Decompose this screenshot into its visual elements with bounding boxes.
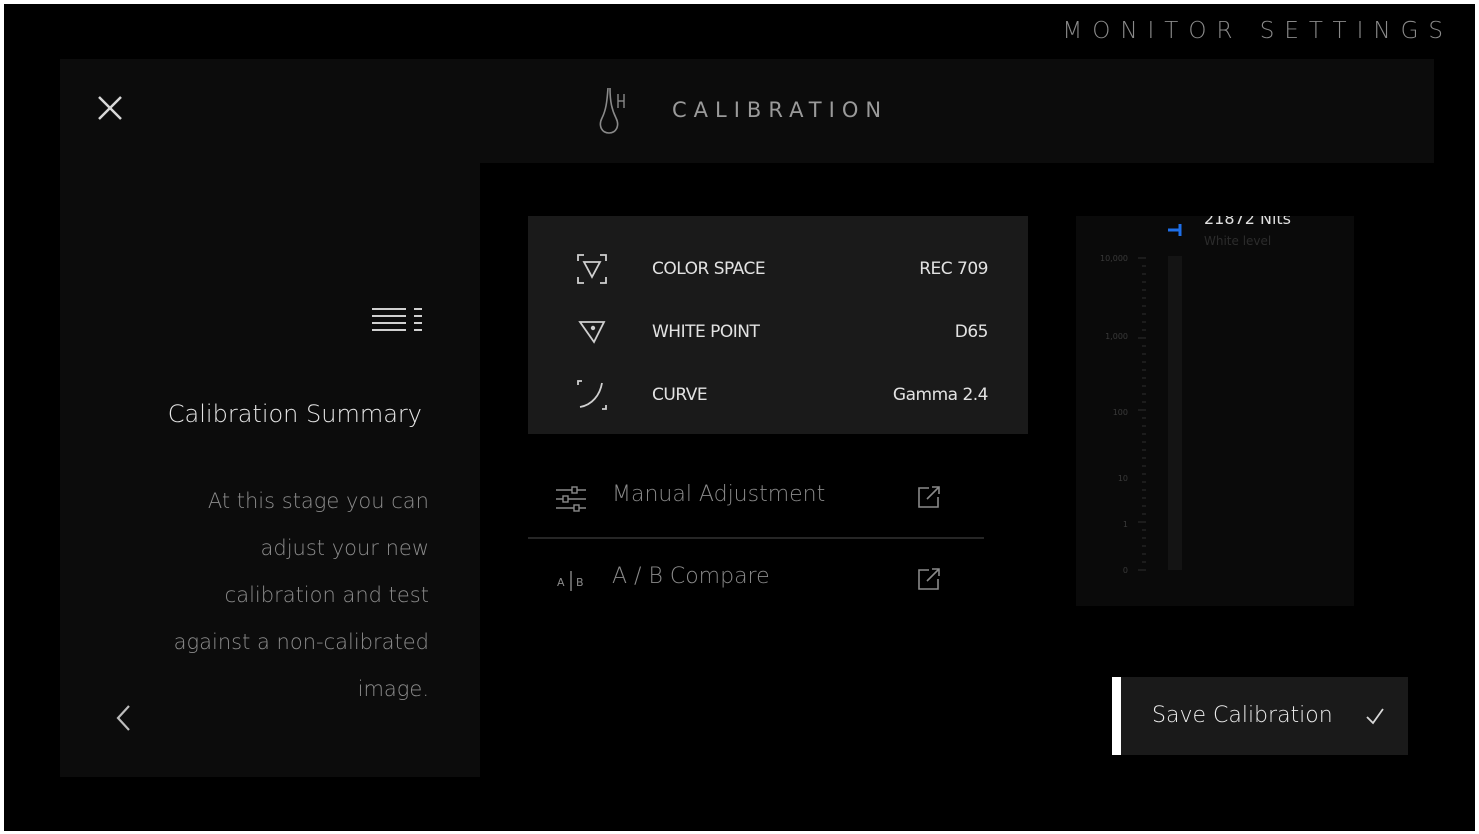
- white-point-label: WHITE POINT: [652, 322, 760, 342]
- curve-icon: [577, 380, 607, 410]
- save-calibration-label: Save Calibration: [1152, 703, 1333, 728]
- page-title: MONITOR SETTINGS: [1062, 18, 1453, 44]
- external-link-icon[interactable]: [916, 484, 942, 510]
- meter-scale-label: 10,000: [1100, 254, 1128, 263]
- svg-text:A: A: [557, 576, 565, 589]
- ab-compare-icon: A B: [557, 571, 584, 591]
- app-frame: MONITOR SETTINGS CALIBRATION Calibration…: [4, 4, 1475, 831]
- check-icon: [1366, 708, 1384, 725]
- calibration-row-white-point: WHITE POINT D65: [528, 312, 1028, 352]
- ab-compare-button[interactable]: A B A / B Compare: [528, 548, 984, 610]
- divider: [528, 537, 984, 539]
- meter-sublabel: White level: [1204, 234, 1272, 248]
- luminance-meter: 10,000 1,000 100 10 1 0 21872 Nits White leve…: [1076, 216, 1354, 606]
- calibration-summary-panel: COLOR SPACE REC 709 WHITE POINT D65 CURV…: [528, 216, 1028, 434]
- meter-scale: 10,0001,0001001010: [1100, 224, 1182, 575]
- meter-bar: [1168, 256, 1182, 570]
- color-space-value: REC 709: [919, 259, 988, 279]
- curve-value: Gamma 2.4: [892, 385, 989, 405]
- external-link-icon[interactable]: [916, 566, 942, 592]
- list-icon[interactable]: [372, 306, 424, 336]
- meter-scale-label: 0: [1123, 566, 1128, 575]
- meter-reading: 21872 Nits: [1204, 216, 1292, 228]
- meter-scale-label: 1: [1123, 520, 1128, 529]
- curve-label: CURVE: [652, 385, 708, 405]
- section-title: CALIBRATION: [672, 98, 889, 122]
- summary-title: Calibration Summary: [167, 400, 422, 428]
- meter-scale-label: 10: [1118, 474, 1128, 483]
- color-space-label: COLOR SPACE: [652, 259, 766, 279]
- calibration-row-curve: CURVE Gamma 2.4: [528, 375, 1028, 415]
- manual-adjustment-button[interactable]: Manual Adjustment: [528, 466, 984, 528]
- chevron-left-icon[interactable]: [112, 702, 136, 734]
- ab-compare-label: A / B Compare: [612, 564, 770, 589]
- brand-logo: [599, 87, 625, 134]
- calibration-row-color-space: COLOR SPACE REC 709: [528, 249, 1028, 289]
- manual-adjustment-label: Manual Adjustment: [612, 482, 826, 507]
- meter-scale-label: 100: [1113, 408, 1128, 417]
- color-space-icon: [577, 254, 607, 284]
- close-icon[interactable]: [92, 90, 128, 126]
- save-calibration-button[interactable]: Save Calibration: [1112, 677, 1408, 755]
- summary-description: At this stage you can adjust your new ca…: [173, 489, 429, 701]
- white-point-value: D65: [954, 322, 989, 342]
- save-accent-bar: [1112, 677, 1121, 755]
- sliders-icon: [556, 486, 586, 512]
- white-point-icon: [578, 321, 606, 344]
- svg-text:B: B: [576, 576, 584, 589]
- meter-scale-label: 1,000: [1105, 332, 1128, 341]
